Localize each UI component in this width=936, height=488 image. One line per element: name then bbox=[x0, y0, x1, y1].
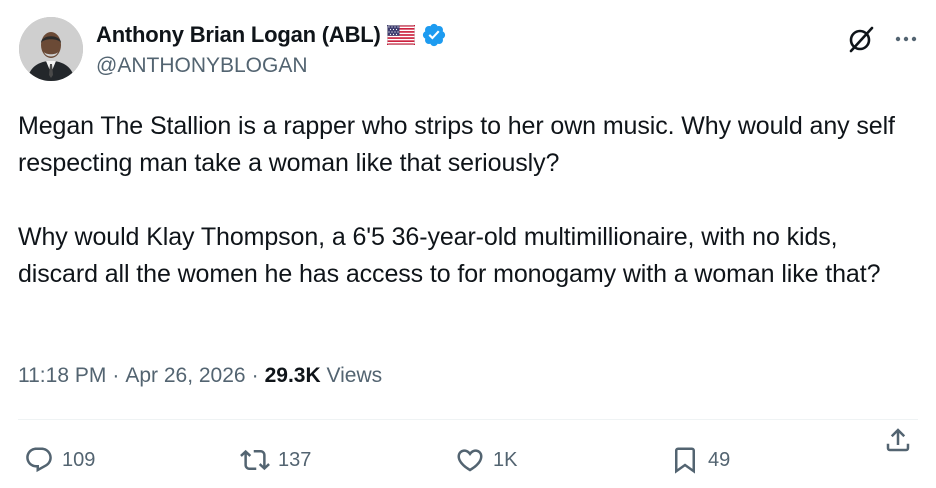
share-icon bbox=[886, 428, 910, 452]
share-button[interactable] bbox=[883, 425, 913, 455]
author-name-row: Anthony Brian Logan (ABL) bbox=[96, 20, 447, 50]
tweet-text: Megan The Stallion is a rapper who strip… bbox=[18, 108, 918, 293]
like-count: 1K bbox=[493, 448, 518, 471]
bookmark-button[interactable]: 49 bbox=[670, 444, 730, 476]
verified-badge-icon[interactable] bbox=[421, 22, 447, 48]
tweet-paragraph: Megan The Stallion is a rapper who strip… bbox=[18, 112, 895, 177]
views-count: 29.3K bbox=[264, 364, 321, 387]
us-flag-icon bbox=[386, 25, 415, 45]
tweet-time[interactable]: 11:18 PM bbox=[18, 364, 106, 388]
more-options-icon[interactable] bbox=[893, 26, 919, 52]
divider bbox=[18, 419, 918, 420]
reply-icon bbox=[26, 447, 52, 473]
grok-icon[interactable] bbox=[846, 24, 876, 54]
meta-separator: · bbox=[251, 364, 259, 387]
bookmark-icon bbox=[675, 447, 695, 474]
author-handle[interactable]: @ANTHONYBLOGAN bbox=[96, 54, 308, 78]
tweet-date[interactable]: Apr 26, 2026 bbox=[125, 364, 245, 388]
tweet: Anthony Brian Logan (ABL) @ANTHONYBLOGAN… bbox=[0, 0, 936, 488]
meta-separator: · bbox=[112, 364, 120, 387]
tweet-meta: 11:18 PM · Apr 26, 2026 · 29.3K Views bbox=[18, 364, 382, 388]
author-display-name[interactable]: Anthony Brian Logan (ABL) bbox=[96, 22, 381, 48]
like-button[interactable]: 1K bbox=[455, 444, 517, 476]
views-label: Views bbox=[326, 364, 383, 387]
bookmark-count: 49 bbox=[708, 448, 731, 471]
heart-icon bbox=[457, 449, 483, 472]
repost-button[interactable]: 137 bbox=[240, 444, 311, 476]
repost-count: 137 bbox=[278, 448, 312, 471]
avatar-image bbox=[19, 17, 83, 81]
repost-icon bbox=[240, 449, 270, 471]
reply-button[interactable]: 109 bbox=[24, 444, 95, 476]
reply-count: 109 bbox=[62, 448, 96, 471]
tweet-paragraph: Why would Klay Thompson, a 6'5 36-year-o… bbox=[18, 223, 881, 288]
avatar[interactable] bbox=[19, 17, 83, 81]
